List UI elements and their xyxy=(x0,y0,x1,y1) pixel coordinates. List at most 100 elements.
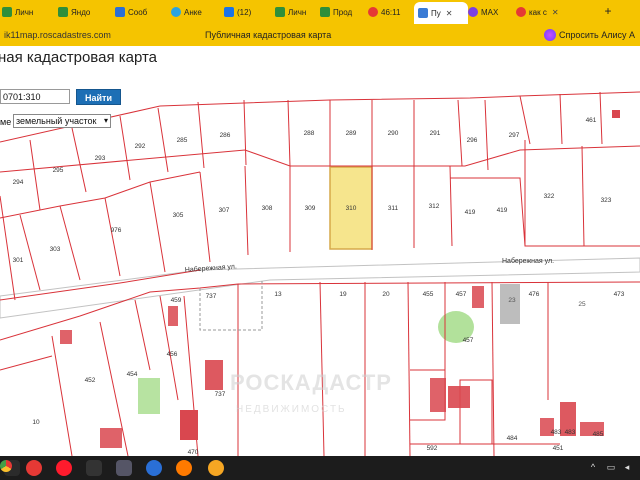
tab-label: Прод xyxy=(333,7,353,17)
parcel-label: 485 xyxy=(593,431,604,438)
yandex-icon xyxy=(368,7,378,17)
browser-tab[interactable]: Личн xyxy=(275,3,321,21)
site-heading-text: ная кадастровая карта xyxy=(0,49,158,66)
parcel-label: 13 xyxy=(274,291,282,298)
parcel-label: 23 xyxy=(508,297,516,304)
epic-icon[interactable] xyxy=(86,460,102,476)
close-tab-icon[interactable]: ✕ xyxy=(446,9,453,18)
tab-label: Пу xyxy=(431,8,441,18)
chevron-down-icon: ▾ xyxy=(103,116,108,125)
ask-alice-label: Спросить Алису А xyxy=(559,30,636,40)
parcel-label: 456 xyxy=(167,351,178,358)
yandex-icon xyxy=(516,7,526,17)
parcel-label: 310 xyxy=(346,205,357,212)
parcel-label: 291 xyxy=(430,130,441,137)
browser-tab[interactable]: 46:11 xyxy=(368,3,412,21)
close-tab-icon[interactable]: ✕ xyxy=(552,8,559,17)
orange-app-icon[interactable] xyxy=(208,460,224,476)
yandex-icon[interactable] xyxy=(146,460,162,476)
parcel-label: 323 xyxy=(601,197,612,204)
browser-tab[interactable]: (12) xyxy=(224,3,276,21)
parcel-label: 483 xyxy=(551,429,562,436)
parcel-label: 451 xyxy=(553,445,564,452)
parcel-label: 476 xyxy=(529,291,540,298)
parcel-label: 285 xyxy=(177,137,188,144)
parcel-label: 452 xyxy=(85,377,96,384)
green-doc-icon xyxy=(320,7,330,17)
watermark-sub: НЕДВИЖИМОСТЬ xyxy=(236,404,347,415)
find-button[interactable]: Найти xyxy=(76,89,121,105)
browser-tab[interactable]: как с ✕ xyxy=(516,3,598,21)
parcel-label: 454 xyxy=(127,371,138,378)
parcel-label: 303 xyxy=(50,246,61,253)
parcel-label: 737 xyxy=(215,391,226,398)
parcel-label: 419 xyxy=(497,207,508,214)
ask-alice-button[interactable]: Спросить Алису А xyxy=(544,26,635,44)
parcel-label: 457 xyxy=(463,337,474,344)
browser-tab[interactable]: MAX xyxy=(468,3,514,21)
telegram-icon xyxy=(171,7,181,17)
parcel-label: 297 xyxy=(509,132,520,139)
tab-label: 46:11 xyxy=(381,7,401,17)
cadastral-number-input[interactable]: 0701:310 xyxy=(0,89,70,104)
parcel-label: 305 xyxy=(173,212,184,219)
parcel-label: 289 xyxy=(346,130,357,137)
browser-tab[interactable]: Прод xyxy=(320,3,366,21)
tab-label: как с xyxy=(529,7,547,17)
address-bar[interactable]: ik11map.roscadastres.com xyxy=(0,26,184,44)
parcel-label: 301 xyxy=(13,257,24,264)
parcel-label: 483 xyxy=(565,429,576,436)
object-type-select[interactable]: земельный участок ▾ xyxy=(13,114,111,128)
network-icon[interactable]: ▭ xyxy=(606,462,616,472)
green-doc-icon xyxy=(275,7,285,17)
browser-tab[interactable]: Личн xyxy=(2,3,54,21)
browser-tab-active[interactable]: Пу ✕ xyxy=(414,2,468,24)
alice-icon xyxy=(544,29,556,41)
browser-tab[interactable]: Анке xyxy=(171,3,221,21)
green-doc-icon xyxy=(58,7,68,17)
parcel-label: 309 xyxy=(305,205,316,212)
chrome-icon[interactable] xyxy=(0,460,12,472)
page-title: Публичная кадастровая карта xyxy=(205,30,332,40)
max-icon xyxy=(468,7,478,17)
tab-strip: Личн Яндо Сооб Анке (12) Личн Прод 46:11… xyxy=(0,0,640,24)
site-heading: ная кадастровая карта xyxy=(0,46,640,72)
app-icon[interactable] xyxy=(116,460,132,476)
parcel-label: 737 xyxy=(206,293,217,300)
browser-tab[interactable]: Яндо xyxy=(58,3,110,21)
parcel-label: 20 xyxy=(382,291,390,298)
map-canvas[interactable]: 294 295 293 292 285 286 288 289 290 291 … xyxy=(0,72,640,456)
parcel-label: 311 xyxy=(388,205,399,212)
cadastral-map[interactable]: 294 295 293 292 285 286 288 289 290 291 … xyxy=(0,72,640,456)
chevron-up-icon[interactable]: ^ xyxy=(588,462,598,472)
object-type-value: земельный участок xyxy=(16,116,97,126)
parcel-label: 470 xyxy=(188,449,199,456)
parcel-label: 25 xyxy=(578,301,586,308)
street-label: Набережная ул. xyxy=(502,257,554,265)
parcel-label: 312 xyxy=(429,203,440,210)
parcel-label: 290 xyxy=(388,130,399,137)
opera-icon[interactable] xyxy=(56,460,72,476)
parcel-label: 308 xyxy=(262,205,273,212)
green-doc-icon xyxy=(2,7,12,17)
parcel-label: 293 xyxy=(95,155,106,162)
firefox-icon[interactable] xyxy=(176,460,192,476)
watermark: РОСКАДАСТР xyxy=(230,370,392,395)
parcel-label: 322 xyxy=(544,193,555,200)
parcel-label: 592 xyxy=(427,445,438,452)
tab-label: Личн xyxy=(15,7,34,17)
parcel-label: 296 xyxy=(467,137,478,144)
parcel-label: 288 xyxy=(304,130,315,137)
parcel-label: 484 xyxy=(507,435,518,442)
parcel-label: 10 xyxy=(32,419,40,426)
parcel-label: 459 xyxy=(171,297,182,304)
map-icon xyxy=(418,8,428,18)
green-area xyxy=(138,378,160,414)
speaker-icon[interactable]: ◂ xyxy=(622,462,632,472)
taskbar: ^ ▭ ◂ xyxy=(0,456,640,480)
yandex-browser-icon[interactable] xyxy=(26,460,42,476)
parcel-label: 473 xyxy=(614,291,625,298)
new-tab-button[interactable]: + xyxy=(601,4,615,18)
parcel-label: 19 xyxy=(339,291,347,298)
browser-tab[interactable]: Сооб xyxy=(115,3,165,21)
